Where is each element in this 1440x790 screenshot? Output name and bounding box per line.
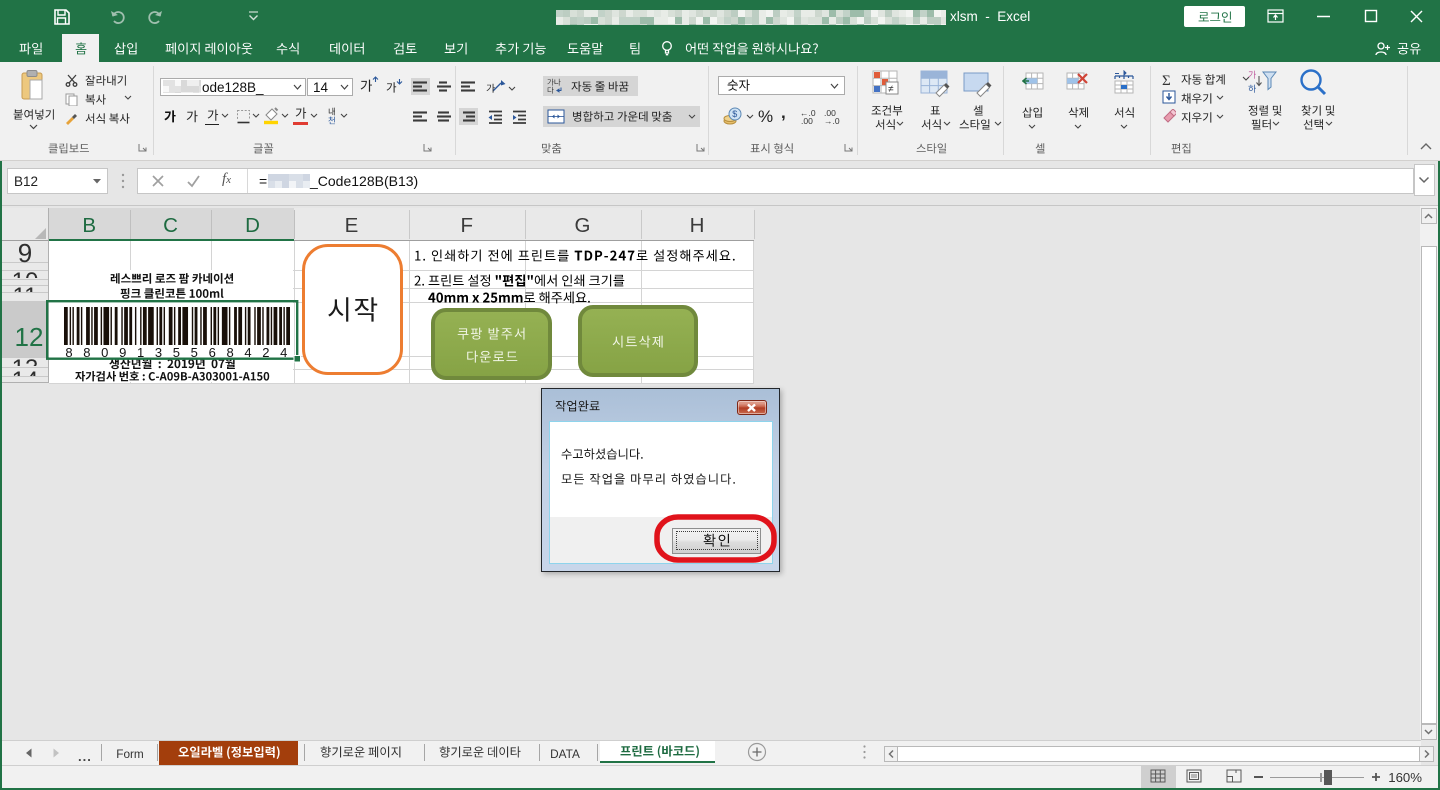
svg-text:$: $ bbox=[732, 109, 737, 119]
svg-text:.00: .00 bbox=[801, 116, 813, 125]
svg-text:→.0: →.0 bbox=[824, 116, 840, 125]
svg-text:Σ: Σ bbox=[1162, 73, 1171, 87]
svg-text:≠: ≠ bbox=[888, 84, 894, 95]
